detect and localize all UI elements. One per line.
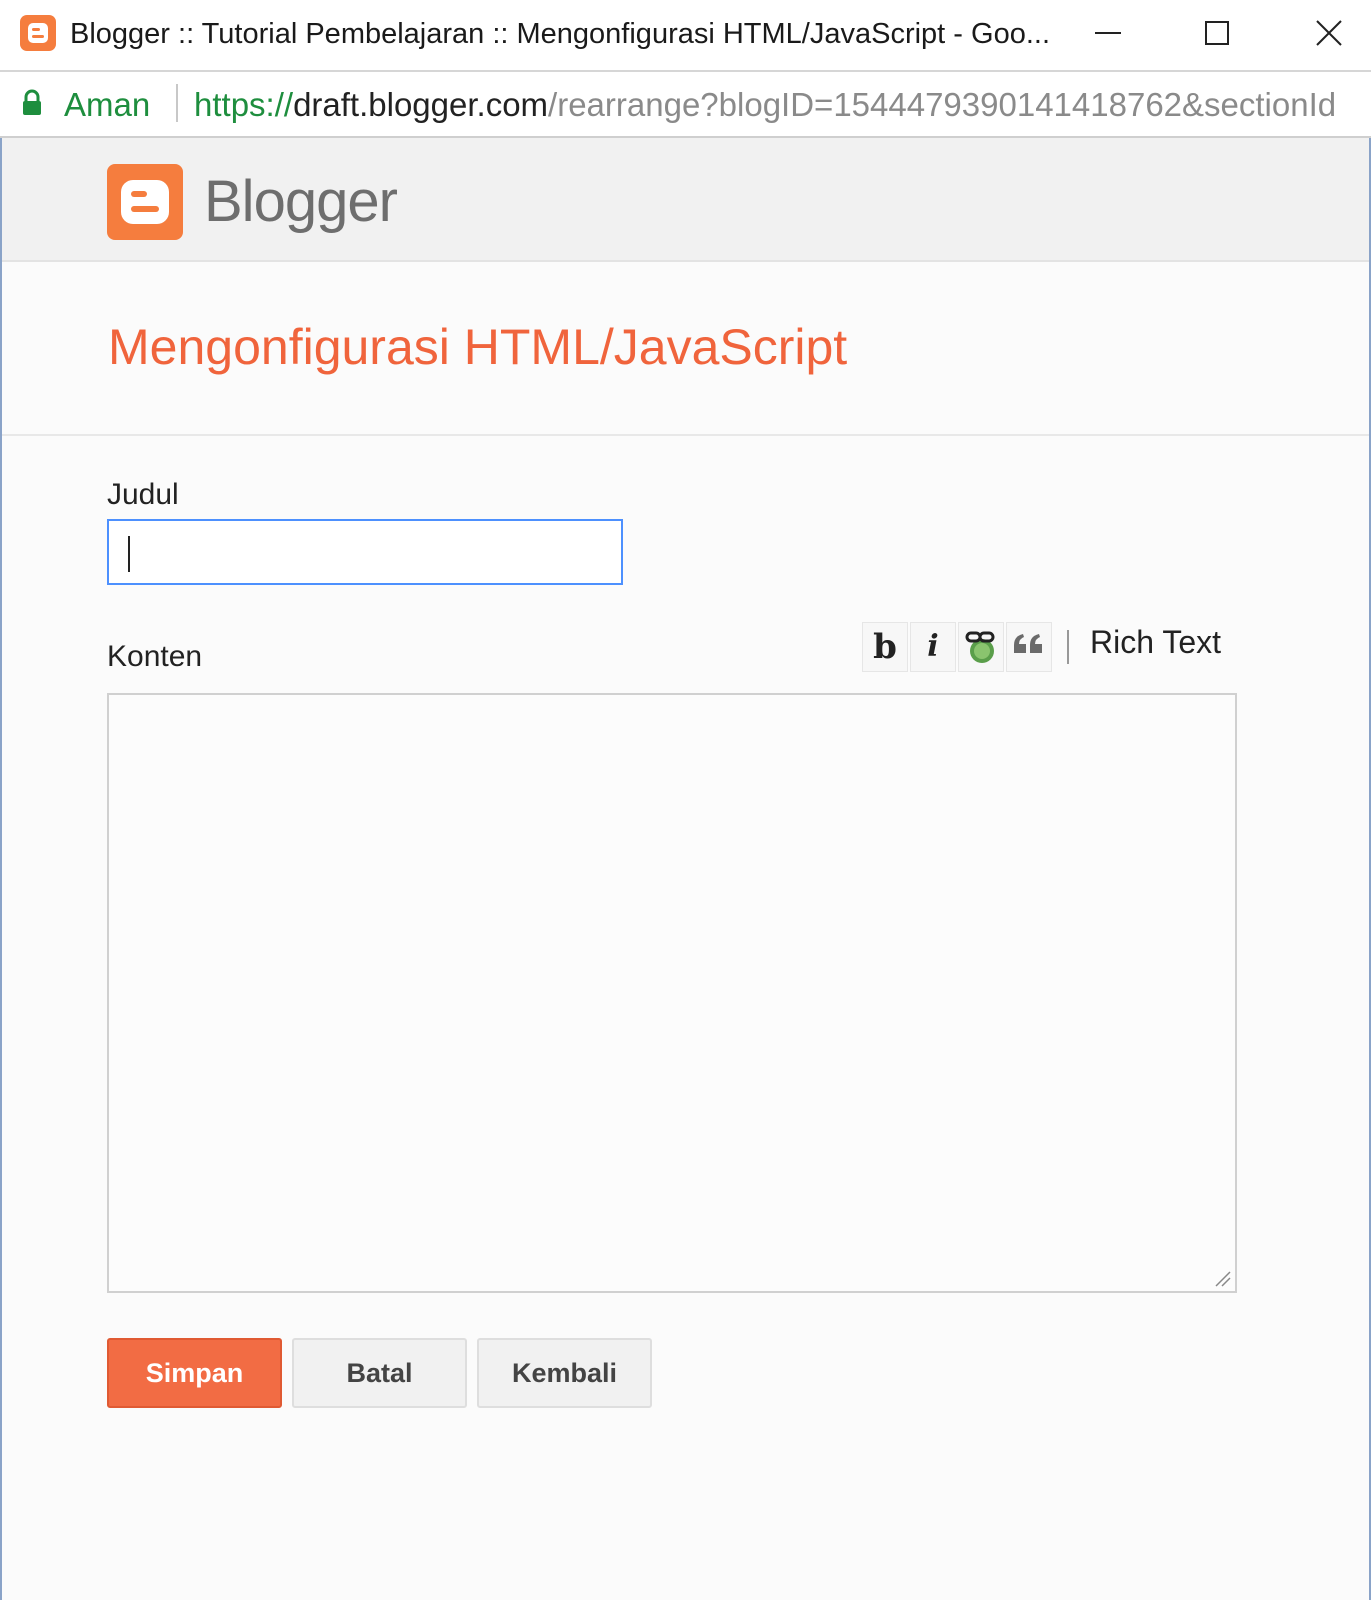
- blogger-brand[interactable]: Blogger: [204, 168, 398, 235]
- konten-textarea[interactable]: [107, 693, 1237, 1293]
- window-titlebar: Blogger :: Tutorial Pembelajaran :: Meng…: [0, 0, 1371, 72]
- toolbar-separator: [1067, 630, 1069, 664]
- blogger-header: Blogger: [2, 138, 1369, 262]
- konten-label: Konten: [107, 640, 203, 673]
- section-divider: [2, 434, 1369, 436]
- quote-button[interactable]: [1006, 622, 1052, 672]
- close-icon: [1316, 20, 1342, 46]
- security-label: Aman: [64, 86, 151, 123]
- link-icon: [965, 631, 995, 663]
- maximize-icon: [1205, 21, 1229, 45]
- url-text[interactable]: https://draft.blogger.com/rearrange?blog…: [194, 86, 1336, 124]
- close-button[interactable]: [1284, 0, 1371, 68]
- italic-button[interactable]: i: [910, 622, 956, 672]
- quote-icon: [1014, 634, 1042, 653]
- lock-icon: [20, 88, 44, 123]
- url-host: draft.blogger.com: [293, 86, 549, 123]
- window-title: Blogger :: Tutorial Pembelajaran :: Meng…: [70, 18, 1050, 50]
- judul-input[interactable]: [107, 519, 623, 585]
- cancel-button[interactable]: Batal: [292, 1338, 467, 1408]
- minimize-button[interactable]: [1063, 0, 1153, 68]
- address-bar[interactable]: Aman https://draft.blogger.com/rearrange…: [0, 72, 1371, 138]
- maximize-button[interactable]: [1172, 0, 1262, 68]
- insert-link-button[interactable]: [958, 622, 1004, 672]
- blogger-logo-icon[interactable]: [107, 164, 183, 240]
- back-button[interactable]: Kembali: [477, 1338, 652, 1408]
- judul-label: Judul: [107, 478, 179, 511]
- page-title: Mengonfigurasi HTML/JavaScript: [108, 319, 848, 375]
- save-button[interactable]: Simpan: [107, 1338, 282, 1408]
- url-path: /rearrange?blogID=1544479390141418762&se…: [548, 86, 1337, 123]
- blogger-app-icon: [20, 15, 56, 51]
- resize-handle-icon[interactable]: [1212, 1268, 1232, 1293]
- bold-button[interactable]: b: [862, 622, 908, 672]
- minimize-icon: [1095, 32, 1121, 34]
- url-scheme: https://: [194, 86, 294, 123]
- text-caret: [128, 536, 130, 572]
- rich-text-toggle[interactable]: Rich Text: [1090, 624, 1221, 661]
- address-separator: [176, 84, 178, 122]
